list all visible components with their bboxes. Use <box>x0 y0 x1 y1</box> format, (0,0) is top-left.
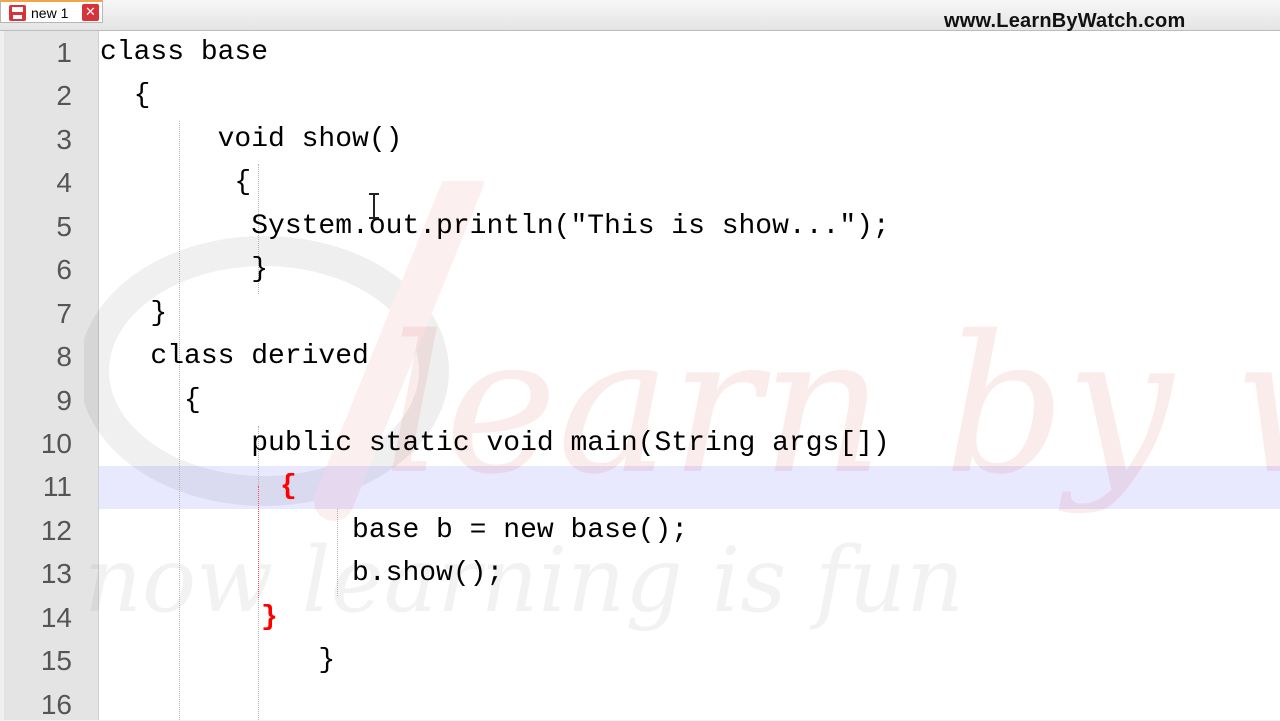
code-line[interactable]: class base <box>100 37 268 68</box>
code-editor[interactable]: learn by watch now learning is fun 1 2 3… <box>4 31 1280 720</box>
line-number: 2 <box>56 80 72 111</box>
line-number: 5 <box>56 211 72 242</box>
tab-new-1[interactable]: new 1 ✕ <box>0 0 103 23</box>
code-line[interactable]: { <box>100 80 151 111</box>
code-line[interactable]: void show() <box>100 124 403 155</box>
tab-bar: new 1 ✕ www.LearnByWatch.com <box>0 0 1280 32</box>
code-line[interactable]: { <box>100 167 251 198</box>
svg-text:learn by watch: learn by watch <box>384 295 1280 516</box>
code-line[interactable]: public static void main(String args[]) <box>100 428 890 459</box>
code-line[interactable]: System.out.println("This is show..."); <box>100 211 890 242</box>
line-number: 15 <box>40 645 72 676</box>
code-line[interactable]: class derived <box>100 341 368 372</box>
line-number: 12 <box>40 515 72 546</box>
line-number: 7 <box>56 298 72 329</box>
line-number: 11 <box>42 471 72 502</box>
matched-brace-open[interactable]: { <box>280 471 297 502</box>
line-number: 1 <box>56 37 72 68</box>
code-line[interactable]: b.show(); <box>100 558 503 589</box>
line-number: 9 <box>56 385 72 416</box>
matched-brace-close[interactable]: } <box>261 602 278 633</box>
line-number: 16 <box>40 689 72 720</box>
line-number: 3 <box>56 124 72 155</box>
code-line[interactable]: } <box>100 298 167 329</box>
code-line[interactable]: base b = new base(); <box>100 515 688 546</box>
line-number: 6 <box>56 254 72 285</box>
site-watermark: www.LearnByWatch.com <box>944 10 1186 32</box>
code-line[interactable]: } <box>100 645 335 676</box>
code-line[interactable]: } <box>100 254 268 285</box>
text-cursor-icon <box>369 193 379 219</box>
line-number: 8 <box>56 341 72 372</box>
line-number: 13 <box>40 558 72 589</box>
save-icon <box>9 5 26 21</box>
line-number: 14 <box>40 602 72 633</box>
tab-label: new 1 <box>31 5 69 21</box>
line-number: 4 <box>56 167 72 198</box>
close-icon[interactable]: ✕ <box>82 4 99 21</box>
line-number: 10 <box>40 428 72 459</box>
code-line[interactable]: { <box>100 385 201 416</box>
